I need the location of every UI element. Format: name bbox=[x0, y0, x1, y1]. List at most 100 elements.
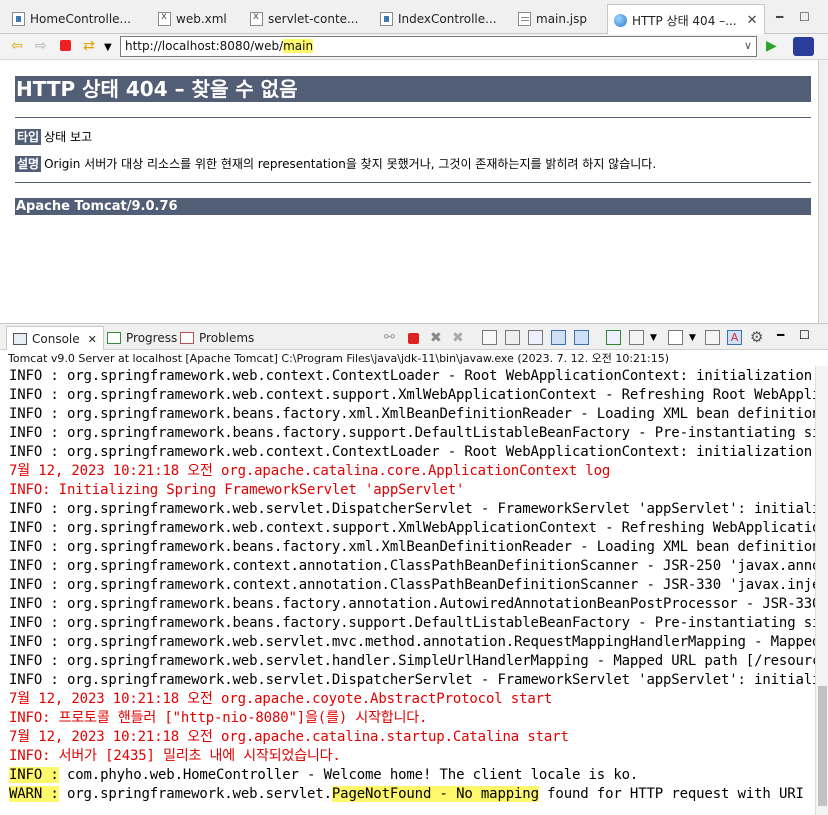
forward-arrow-icon[interactable]: ⇨ bbox=[35, 38, 47, 54]
console-line: 7월 12, 2023 10:21:18 오전 org.apache.coyot… bbox=[9, 691, 553, 707]
progress-icon bbox=[107, 332, 121, 344]
url-highlight: main bbox=[283, 39, 314, 53]
display-console-icon[interactable] bbox=[629, 330, 644, 345]
console-line: INFO : org.springframework.beans.factory… bbox=[9, 406, 815, 422]
remove-all-launches-icon[interactable]: ✖ bbox=[452, 330, 467, 346]
tab-label: web.xml bbox=[176, 12, 227, 26]
show-stdout-icon[interactable] bbox=[551, 330, 566, 345]
console-line: INFO: 서버가 [2435] 밀리초 내에 시작되었습니다. bbox=[9, 748, 341, 764]
editor-tab-web-xml[interactable]: web.xml bbox=[158, 6, 238, 32]
description-row: 설명 Origin 서버가 대상 리소스를 위한 현재의 representati… bbox=[15, 155, 656, 172]
url-input[interactable]: http://localhost:8080/web/main ∨ bbox=[120, 36, 757, 57]
log-message: com.phyho.web.HomeController - Welcome h… bbox=[58, 767, 639, 783]
console-process-title: Tomcat v9.0 Server at localhost [Apache … bbox=[0, 350, 828, 365]
console-line: INFO : org.springframework.context.annot… bbox=[9, 577, 815, 593]
console-line: INFO : org.springframework.context.annot… bbox=[9, 558, 815, 574]
description-label: 설명 bbox=[15, 156, 42, 172]
url-history-dropdown-icon[interactable]: ∨ bbox=[744, 39, 752, 52]
editor-tab-main-jsp[interactable]: main.jsp bbox=[518, 6, 598, 32]
console-line: INFO : org.springframework.beans.factory… bbox=[9, 425, 815, 441]
divider bbox=[15, 117, 811, 118]
eclipse-perspective-icon[interactable] bbox=[793, 37, 814, 56]
console-line: INFO : org.springframework.beans.factory… bbox=[9, 539, 815, 555]
disconnect-icon[interactable]: ⚯ bbox=[384, 330, 399, 345]
console-output[interactable]: INFO : org.springframework.web.context.C… bbox=[0, 366, 815, 815]
url-text: http://localhost:8080/web/ bbox=[125, 39, 284, 53]
tab-label: servlet-conte... bbox=[268, 12, 359, 26]
dropdown-arrow-icon[interactable]: ▼ bbox=[104, 40, 112, 56]
gear-icon[interactable]: ⚙ bbox=[750, 328, 765, 346]
console-scrollbar[interactable] bbox=[815, 366, 828, 815]
type-label: 타입 bbox=[15, 129, 42, 145]
log-level-highlight: WARN : bbox=[9, 786, 59, 802]
console-line: INFO : org.springframework.beans.factory… bbox=[9, 596, 815, 612]
java-file-icon bbox=[380, 12, 393, 26]
regex-highlight-icon[interactable]: A bbox=[727, 330, 742, 345]
back-arrow-icon[interactable]: ⇦ bbox=[11, 38, 23, 54]
tab-label: IndexControlle... bbox=[398, 12, 497, 26]
chevron-down-icon[interactable]: ▼ bbox=[689, 333, 704, 348]
page-not-found-highlight: PageNotFound - No mapping bbox=[331, 786, 539, 802]
show-stderr-icon[interactable] bbox=[574, 330, 589, 345]
console-line: INFO : org.springframework.beans.factory… bbox=[9, 615, 815, 631]
browser-toolbar: ⇦ ⇨ ⇄ ▼ http://localhost:8080/web/main ∨… bbox=[0, 34, 828, 60]
log-level-highlight: INFO : bbox=[9, 767, 59, 783]
type-row: 타입 상태 보고 bbox=[15, 128, 92, 145]
console-line: INFO : org.springframework.web.context.C… bbox=[9, 444, 815, 460]
go-play-icon[interactable]: ▶ bbox=[766, 38, 777, 54]
console-line: INFO : org.springframework.web.servlet.h… bbox=[9, 653, 815, 669]
console-settings-icon[interactable] bbox=[705, 330, 720, 345]
tab-problems[interactable]: Problems bbox=[180, 331, 254, 345]
tab-label: Console bbox=[32, 332, 80, 346]
pin-console-icon[interactable] bbox=[606, 330, 621, 345]
scroll-lock-icon[interactable] bbox=[505, 330, 520, 345]
console-line: INFO : org.springframework.web.context.C… bbox=[9, 368, 815, 384]
maximize-icon[interactable]: ☐ bbox=[799, 10, 810, 24]
console-line: INFO : org.springframework.web.servlet.D… bbox=[9, 501, 815, 517]
close-icon[interactable]: ✕ bbox=[747, 13, 758, 28]
tab-label: HTTP 상태 404 –... bbox=[632, 13, 737, 28]
chevron-down-icon[interactable]: ▼ bbox=[650, 333, 665, 348]
tab-progress[interactable]: Progress bbox=[107, 331, 177, 345]
tab-label: main.jsp bbox=[536, 12, 587, 26]
console-line: INFO : org.springframework.web.context.s… bbox=[9, 387, 815, 403]
word-wrap-icon[interactable] bbox=[528, 330, 543, 345]
maximize-icon[interactable]: ☐ bbox=[799, 328, 814, 343]
minimize-icon[interactable]: ━ bbox=[777, 328, 792, 343]
console-view-tabs: Console ✕ Progress Problems ⚯ ✖ ✖ ▼ ▼ A … bbox=[0, 323, 828, 351]
xml-file-icon bbox=[250, 11, 263, 26]
jsp-file-icon bbox=[518, 12, 531, 26]
editor-tab-servlet-context[interactable]: servlet-conte... bbox=[250, 6, 368, 32]
console-line: INFO: 프로토콜 핸들러 ["http-nio-8080"]을(를) 시작합… bbox=[9, 710, 428, 726]
stop-icon[interactable] bbox=[60, 40, 71, 51]
remove-launch-icon[interactable]: ✖ bbox=[430, 330, 445, 346]
tab-console[interactable]: Console ✕ bbox=[6, 326, 104, 351]
console-line: INFO: Initializing Spring FrameworkServl… bbox=[9, 482, 465, 498]
console-line-warn: WARN : org.springframework.web.servlet.P… bbox=[9, 785, 815, 804]
editor-tab-indexcontroller[interactable]: IndexControlle... bbox=[380, 6, 505, 32]
side-toolbar bbox=[818, 60, 828, 323]
editor-tab-homecontroller[interactable]: HomeControlle... bbox=[12, 6, 137, 32]
log-message: org.springframework.web.servlet. bbox=[58, 786, 332, 802]
scrollbar-thumb[interactable] bbox=[818, 686, 827, 806]
close-icon[interactable]: ✕ bbox=[88, 333, 97, 346]
editor-tab-bar: HomeControlle... web.xml servlet-conte..… bbox=[0, 0, 828, 35]
console-line-info: INFO : com.phyho.web.HomeController - We… bbox=[9, 766, 638, 785]
browser-globe-icon bbox=[614, 13, 627, 27]
refresh-icon[interactable]: ⇄ bbox=[83, 38, 95, 54]
tab-label: Progress bbox=[126, 331, 178, 345]
type-value: 상태 보고 bbox=[44, 130, 93, 144]
description-value: Origin 서버가 대상 리소스를 위한 현재의 representation… bbox=[44, 157, 657, 171]
open-console-icon[interactable] bbox=[668, 330, 683, 345]
console-line: INFO : org.springframework.web.context.s… bbox=[9, 520, 815, 536]
browser-page: HTTP 상태 404 – 찾을 수 없음 타입 상태 보고 설명 Origin 서… bbox=[6, 60, 816, 323]
tab-label: Problems bbox=[199, 331, 255, 345]
clear-console-icon[interactable] bbox=[482, 330, 497, 345]
xml-file-icon bbox=[158, 11, 171, 26]
terminate-icon[interactable] bbox=[408, 333, 419, 344]
minimize-icon[interactable]: ━ bbox=[776, 10, 783, 24]
console-line: INFO : org.springframework.web.servlet.m… bbox=[9, 634, 815, 650]
console-line: 7월 12, 2023 10:21:18 오전 org.apache.catal… bbox=[9, 463, 611, 479]
editor-tab-http-404[interactable]: HTTP 상태 404 –... ✕ bbox=[607, 4, 765, 35]
problems-icon bbox=[180, 332, 194, 344]
